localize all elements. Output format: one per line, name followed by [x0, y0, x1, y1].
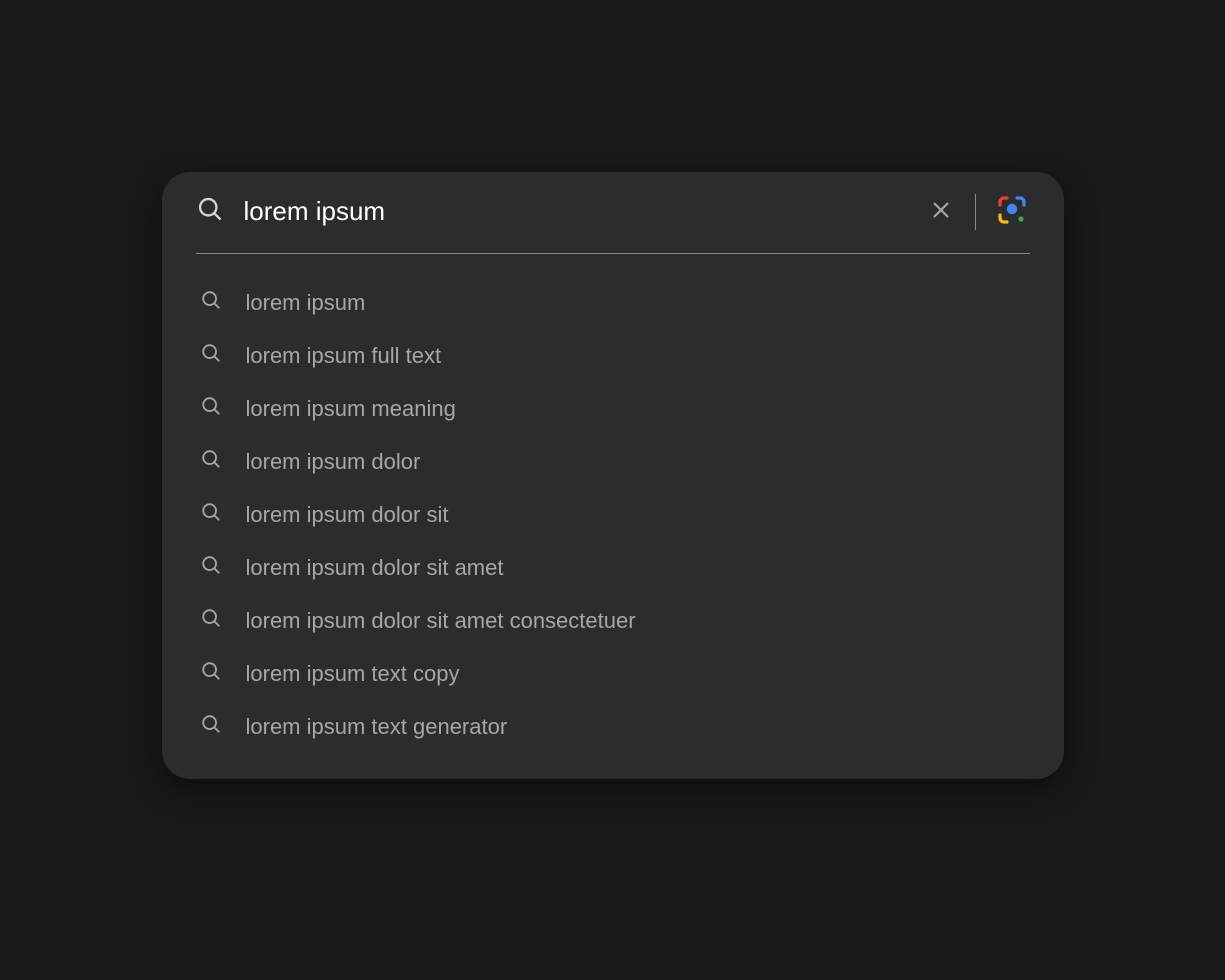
suggestion-item[interactable]: lorem ipsum dolor sit amet consectetuer: [196, 594, 1030, 647]
suggestion-text: lorem ipsum meaning: [246, 396, 456, 422]
suggestion-item[interactable]: lorem ipsum text copy: [196, 647, 1030, 700]
search-icon: [200, 448, 222, 475]
search-icon: [200, 289, 222, 316]
suggestion-text: lorem ipsum: [246, 290, 366, 316]
search-icon: [200, 395, 222, 422]
search-icon: [200, 501, 222, 528]
suggestion-item[interactable]: lorem ipsum text generator: [196, 700, 1030, 753]
suggestion-item[interactable]: lorem ipsum: [196, 276, 1030, 329]
suggestion-item[interactable]: lorem ipsum full text: [196, 329, 1030, 382]
suggestion-text: lorem ipsum dolor: [246, 449, 421, 475]
suggestion-item[interactable]: lorem ipsum dolor sit amet: [196, 541, 1030, 594]
close-icon: [929, 198, 953, 225]
search-input[interactable]: [244, 196, 905, 227]
search-bar: [196, 192, 1030, 254]
suggestion-text: lorem ipsum text generator: [246, 714, 508, 740]
search-controls: [925, 192, 1030, 231]
suggestion-text: lorem ipsum dolor sit amet consectetuer: [246, 608, 636, 634]
search-icon: [200, 607, 222, 634]
camera-lens-icon: [996, 194, 1028, 229]
search-icon: [200, 713, 222, 740]
suggestion-text: lorem ipsum dolor sit: [246, 502, 449, 528]
search-icon: [200, 554, 222, 581]
search-icon: [196, 195, 224, 228]
suggestion-text: lorem ipsum text copy: [246, 661, 460, 687]
divider: [975, 194, 976, 230]
suggestion-text: lorem ipsum dolor sit amet: [246, 555, 504, 581]
search-panel: lorem ipsum lorem ipsum full text lorem …: [162, 172, 1064, 779]
suggestions-list: lorem ipsum lorem ipsum full text lorem …: [196, 254, 1030, 753]
suggestion-item[interactable]: lorem ipsum dolor: [196, 435, 1030, 488]
suggestion-text: lorem ipsum full text: [246, 343, 442, 369]
search-icon: [200, 342, 222, 369]
image-search-button[interactable]: [994, 192, 1030, 231]
suggestion-item[interactable]: lorem ipsum dolor sit: [196, 488, 1030, 541]
suggestion-item[interactable]: lorem ipsum meaning: [196, 382, 1030, 435]
clear-button[interactable]: [925, 194, 957, 229]
search-icon: [200, 660, 222, 687]
